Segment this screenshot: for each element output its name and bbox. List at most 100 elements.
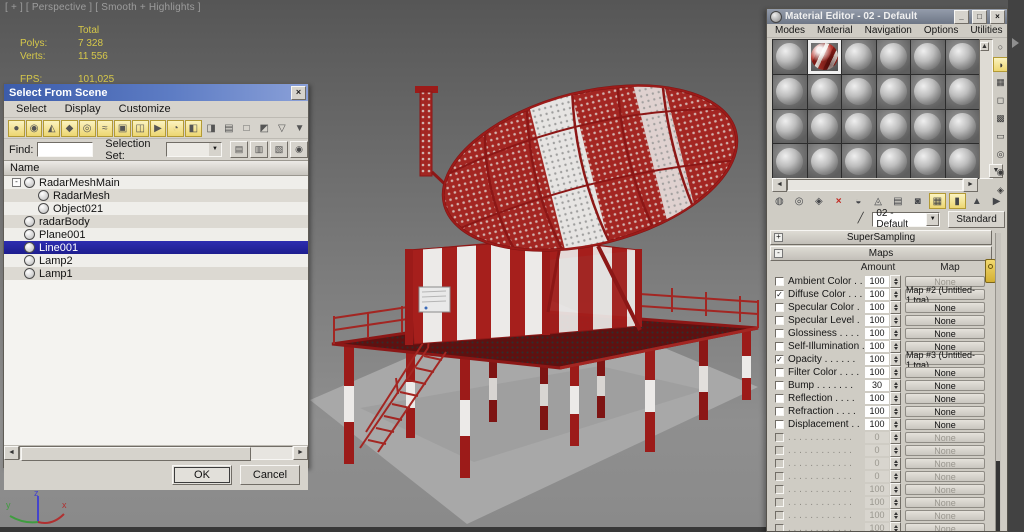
amount-field[interactable]: 100 bbox=[865, 276, 889, 287]
amount-spinner[interactable] bbox=[890, 392, 901, 405]
amount-field[interactable]: 0 bbox=[865, 445, 889, 456]
amount-spinner[interactable] bbox=[890, 522, 901, 531]
display-space-warps-icon[interactable]: ≈ bbox=[96, 119, 114, 137]
material-slot[interactable] bbox=[807, 40, 841, 74]
amount-field[interactable]: 100 bbox=[865, 406, 889, 417]
filter-combinations-icon[interactable]: ▼ bbox=[291, 119, 308, 137]
amount-spinner[interactable] bbox=[890, 353, 901, 366]
amount-spinner[interactable] bbox=[890, 327, 901, 340]
scroll-left-icon[interactable]: ◄ bbox=[4, 446, 19, 460]
amount-field[interactable]: 100 bbox=[865, 289, 889, 300]
map-button[interactable]: None bbox=[905, 458, 985, 469]
material-slot[interactable] bbox=[842, 74, 876, 109]
material-slot[interactable] bbox=[945, 109, 979, 144]
map-checkbox[interactable] bbox=[775, 407, 784, 416]
material-slot[interactable] bbox=[876, 74, 910, 109]
amount-field[interactable]: 100 bbox=[865, 419, 889, 430]
scroll-thumb[interactable] bbox=[21, 447, 251, 461]
display-groups-icon[interactable]: ▣ bbox=[114, 119, 131, 137]
material-slot[interactable] bbox=[773, 40, 807, 74]
pick-material-eyedropper-icon[interactable]: ╱ bbox=[855, 213, 866, 225]
map-button[interactable]: None bbox=[905, 523, 985, 531]
map-button[interactable]: None bbox=[905, 367, 985, 378]
amount-field[interactable]: 100 bbox=[865, 328, 889, 339]
backlight-icon[interactable]: ◑ bbox=[992, 57, 1007, 72]
minimize-icon[interactable]: _ bbox=[954, 9, 969, 24]
put-material-to-scene-icon[interactable]: ◎ bbox=[791, 193, 808, 209]
sample-uv-tiling-icon[interactable]: ◻ bbox=[993, 93, 1008, 108]
add-to-selection-set-button[interactable]: ▥ bbox=[250, 141, 269, 158]
close-icon[interactable]: × bbox=[990, 9, 1005, 24]
chevron-down-icon[interactable]: ▼ bbox=[209, 143, 222, 156]
menu-item[interactable]: Navigation bbox=[865, 25, 912, 36]
amount-field[interactable]: 100 bbox=[865, 484, 889, 495]
material-slot[interactable] bbox=[945, 40, 979, 74]
amount-field[interactable]: 100 bbox=[865, 354, 889, 365]
menu-item[interactable]: Material bbox=[817, 25, 853, 36]
make-preview-icon[interactable]: ▭ bbox=[993, 129, 1008, 144]
menu-item[interactable]: Customize bbox=[119, 103, 171, 115]
amount-spinner[interactable] bbox=[890, 314, 901, 327]
sample-type-icon[interactable]: ○ bbox=[993, 39, 1008, 54]
material-slot[interactable] bbox=[876, 40, 910, 74]
material-slot[interactable] bbox=[911, 109, 945, 144]
map-checkbox[interactable] bbox=[775, 303, 784, 312]
map-button[interactable]: None bbox=[905, 328, 985, 339]
collapse-minus-icon[interactable]: - bbox=[774, 249, 783, 258]
selection-set-combo[interactable]: ▼ bbox=[166, 142, 223, 157]
highlight-set-members-button[interactable]: ◉ bbox=[290, 141, 309, 158]
material-slot[interactable] bbox=[876, 144, 910, 178]
restore-icon[interactable]: □ bbox=[972, 9, 987, 24]
map-checkbox[interactable] bbox=[775, 511, 784, 520]
display-frozen-objects-icon[interactable]: ▤ bbox=[220, 119, 238, 137]
tree-row[interactable]: - radarBody bbox=[4, 215, 308, 228]
map-button[interactable]: None bbox=[905, 393, 985, 404]
material-slot[interactable] bbox=[911, 74, 945, 109]
material-name-combo[interactable]: 02 - Default ▼ bbox=[872, 208, 940, 230]
material-slot[interactable] bbox=[842, 144, 876, 178]
tree-row[interactable]: - Plane001 bbox=[4, 228, 308, 241]
map-checkbox[interactable] bbox=[775, 420, 784, 429]
material-slot[interactable] bbox=[911, 144, 945, 178]
amount-spinner[interactable] bbox=[890, 366, 901, 379]
amount-field[interactable]: 100 bbox=[865, 315, 889, 326]
go-to-parent-icon[interactable]: ▲ bbox=[969, 193, 986, 209]
material-slot[interactable] bbox=[773, 109, 807, 144]
new-selection-set-button[interactable]: ▤ bbox=[230, 141, 249, 158]
map-button[interactable]: None bbox=[905, 419, 985, 430]
menu-item[interactable]: Utilities bbox=[970, 25, 1002, 36]
amount-spinner[interactable] bbox=[890, 340, 901, 353]
background-icon[interactable]: ▦ bbox=[993, 75, 1008, 90]
amount-spinner[interactable] bbox=[890, 405, 901, 418]
map-button[interactable]: Map #2 (Untitled-1.tga) bbox=[905, 285, 985, 305]
display-xrefs-icon[interactable]: ◫ bbox=[131, 119, 149, 137]
map-checkbox[interactable] bbox=[775, 433, 784, 442]
subtract-from-selection-set-button[interactable]: ▧ bbox=[270, 141, 289, 158]
material-type-button[interactable]: Standard bbox=[947, 210, 1005, 228]
display-bones-icon[interactable]: ▶ bbox=[149, 119, 167, 137]
material-slot[interactable] bbox=[842, 40, 876, 74]
tree-column-header[interactable]: Name bbox=[4, 160, 308, 176]
chevron-down-icon[interactable]: ▼ bbox=[926, 212, 939, 226]
panel-expand-arrow-icon[interactable] bbox=[1012, 38, 1024, 48]
material-slot[interactable] bbox=[807, 109, 841, 144]
filter-icon[interactable]: ▽ bbox=[273, 119, 291, 137]
display-hidden-objects-icon[interactable]: □ bbox=[238, 119, 255, 137]
material-id-channel-icon[interactable]: ◙ bbox=[909, 193, 926, 209]
amount-spinner[interactable] bbox=[890, 418, 901, 431]
display-subtree-icon[interactable]: ◩ bbox=[255, 119, 273, 137]
amount-field[interactable]: 100 bbox=[865, 510, 889, 521]
material-slot[interactable] bbox=[842, 109, 876, 144]
display-containers-icon[interactable]: ◔ bbox=[167, 119, 185, 137]
map-button[interactable]: None bbox=[905, 471, 985, 482]
amount-spinner[interactable] bbox=[890, 275, 901, 288]
menu-item[interactable]: Select bbox=[16, 103, 47, 115]
map-button[interactable]: None bbox=[905, 510, 985, 521]
material-slot[interactable] bbox=[807, 144, 841, 178]
material-slot[interactable] bbox=[773, 144, 807, 178]
display-geometry-icon[interactable]: ● bbox=[8, 119, 25, 137]
map-checkbox[interactable] bbox=[775, 446, 784, 455]
material-slot[interactable] bbox=[807, 74, 841, 109]
reset-map-icon[interactable]: × bbox=[830, 193, 847, 209]
map-button[interactable]: None bbox=[905, 497, 985, 508]
